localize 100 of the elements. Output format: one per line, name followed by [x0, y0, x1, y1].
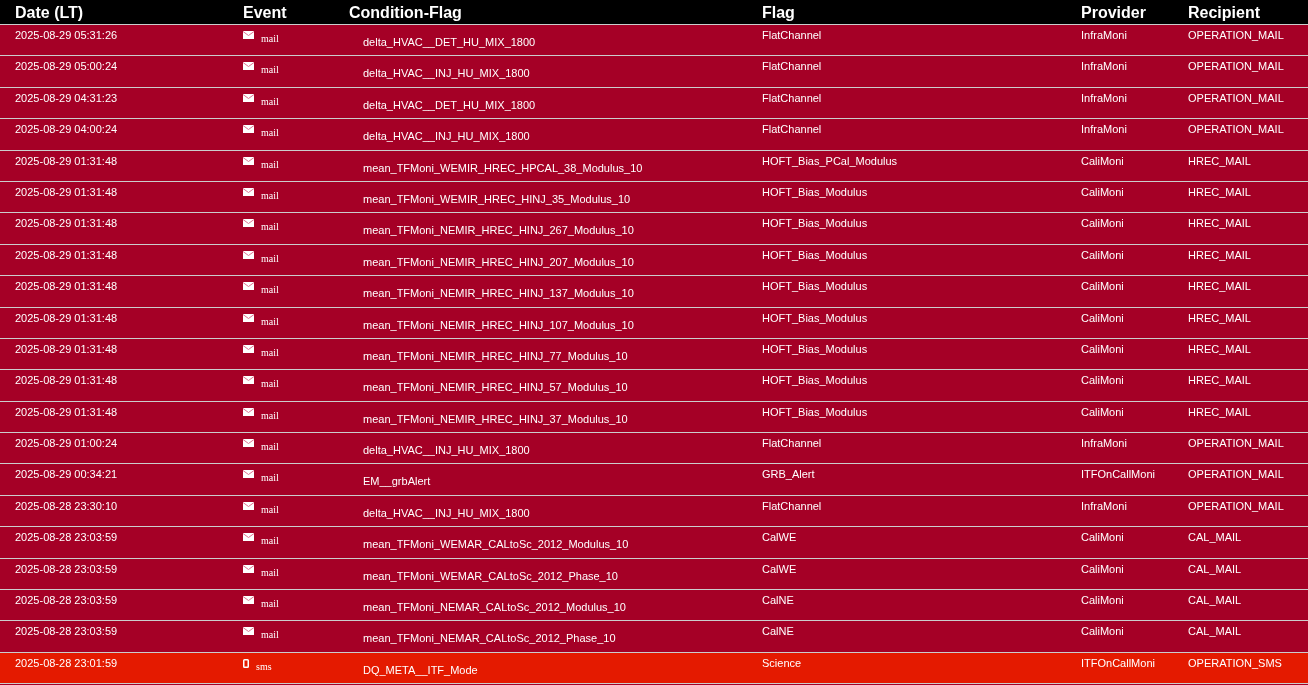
table-cell-text: CaliMoni — [1081, 530, 1125, 546]
event-label: mail — [261, 534, 279, 549]
table-cell-text: OPERATION_MAIL — [1188, 122, 1285, 138]
event-label: mail — [261, 565, 279, 580]
table-cell-text: mean_TFMoni_WEMAR_CALtoSc_2012_Phase_10 — [362, 568, 619, 584]
table-cell-text: 2025-08-29 05:31:26 — [15, 28, 119, 43]
table-cell-text: delta_HVAC__INJ_HU_MIX_1800 — [362, 443, 531, 459]
table-cell-text: ITFOnCallMoni — [1081, 467, 1156, 483]
table-cell-text: HREC_MAIL — [1188, 404, 1252, 420]
table-cell-text: 2025-08-28 23:03:59 — [15, 561, 119, 577]
table-cell-text: HREC_MAIL — [1188, 184, 1252, 200]
table-cell-text: CAL_MAIL — [1188, 561, 1243, 577]
event-label: mail — [261, 126, 279, 141]
table-cell-text: HREC_MAIL — [1188, 247, 1252, 263]
event-label: mail — [261, 597, 279, 612]
table-cell-text: 2025-08-29 01:31:48 — [15, 153, 119, 169]
table-cell-text: CalWE — [762, 530, 798, 546]
table-cell-text: 2025-08-29 01:00:24 — [15, 436, 119, 452]
table-cell-text: InfraMoni — [1081, 436, 1128, 452]
table-cell-text: CaliMoni — [1081, 561, 1125, 577]
table-cell-text: HREC_MAIL — [1188, 341, 1252, 357]
table-cell-text: mean_TFMoni_NEMIR_HREC_HINJ_77_Modulus_10 — [362, 348, 629, 364]
table-cell-text: HOFT_Bias_Modulus — [762, 373, 869, 389]
table-cell-text: OPERATION_MAIL — [1188, 498, 1285, 514]
table-cell-text: mean_TFMoni_NEMAR_CALtoSc_2012_Modulus_10 — [362, 600, 627, 616]
table-cell-text: InfraMoni — [1081, 122, 1128, 138]
event-label: mail — [261, 283, 279, 298]
table-cell-text: delta_HVAC__DET_HU_MIX_1800 — [362, 97, 537, 113]
table-cell-text: CaliMoni — [1081, 341, 1125, 357]
envelope-icon — [243, 407, 254, 416]
envelope-icon — [243, 533, 254, 542]
table-cell-text: mean_TFMoni_NEMIR_HREC_HINJ_57_Modulus_10 — [362, 380, 629, 396]
table-cell-text: CalNE — [762, 624, 795, 640]
table-cell-text: HREC_MAIL — [1188, 216, 1252, 232]
event-label: mail — [261, 220, 279, 235]
table-cell-text: 2025-08-29 01:31:48 — [15, 341, 119, 357]
table-cell-text: HOFT_Bias_Modulus — [762, 247, 869, 263]
table-cell-text: 2025-08-29 05:00:24 — [15, 59, 119, 75]
table-cell-text: DQ_META__ITF_Mode — [362, 662, 479, 678]
table-cell-text: mean_TFMoni_NEMIR_HREC_HINJ_267_Modulus_10 — [362, 223, 635, 239]
table-cell-text: mean_TFMoni_NEMIR_HREC_HINJ_107_Modulus_10 — [362, 317, 635, 333]
table-cell-text: mean_TFMoni_NEMIR_HREC_HINJ_137_Modulus_10 — [362, 286, 635, 302]
table-cell-text: 2025-08-28 23:03:59 — [15, 624, 119, 640]
envelope-icon — [243, 93, 254, 102]
envelope-icon — [243, 156, 254, 165]
event-label: mail — [261, 345, 279, 360]
table-cell-text: HOFT_Bias_Modulus — [762, 216, 869, 232]
event-label: mail — [261, 251, 279, 266]
envelope-icon — [243, 125, 254, 134]
event-label: mail — [261, 377, 279, 392]
event-label: mail — [261, 32, 279, 46]
table-cell-text: 2025-08-29 01:31:48 — [15, 404, 119, 420]
table-cell-text: CalNE — [762, 593, 795, 609]
phone-icon — [243, 658, 249, 668]
table-cell-text: CaliMoni — [1081, 216, 1125, 232]
table-cell-text: 2025-08-28 23:30:10 — [15, 498, 119, 514]
table-cell-text: CAL_MAIL — [1188, 624, 1243, 640]
table-cell-text: Science — [762, 655, 803, 671]
event-label: mail — [261, 471, 279, 486]
table-cell-text: CaliMoni — [1081, 153, 1125, 169]
table-cell-text: CaliMoni — [1081, 593, 1125, 609]
envelope-icon — [243, 564, 254, 573]
table-cell-text: 2025-08-29 01:31:48 — [15, 310, 119, 326]
table-cell-text: CalWE — [762, 561, 798, 577]
event-label: mail — [261, 94, 279, 109]
table-cell-text: GRB_Alert — [762, 467, 816, 483]
column-header: Flag — [762, 4, 796, 24]
table-cell-text: 2025-08-29 04:31:23 — [15, 90, 119, 106]
table-cell-text: HOFT_Bias_Modulus — [762, 341, 869, 357]
table-cell-text: OPERATION_MAIL — [1188, 467, 1285, 483]
table-cell-text: 2025-08-28 23:03:59 — [15, 530, 119, 546]
event-label: mail — [261, 157, 279, 172]
table-cell-text: mean_TFMoni_NEMAR_CALtoSc_2012_Phase_10 — [362, 631, 617, 647]
table-cell-text: 2025-08-28 23:03:59 — [15, 593, 119, 609]
table-cell-text: CaliMoni — [1081, 624, 1125, 640]
table-cell-text: FlatChannel — [762, 436, 823, 452]
table-cell-text: HREC_MAIL — [1188, 310, 1252, 326]
table-cell-text: delta_HVAC__INJ_HU_MIX_1800 — [362, 129, 531, 145]
envelope-icon — [243, 596, 254, 605]
table-cell-text: delta_HVAC__INJ_HU_MIX_1800 — [362, 66, 531, 82]
table-cell-text: HREC_MAIL — [1188, 153, 1252, 169]
table-cell-text: OPERATION_MAIL — [1188, 436, 1285, 452]
table-cell-text: OPERATION_MAIL — [1188, 28, 1285, 43]
table-cell-text: CaliMoni — [1081, 279, 1125, 295]
table-cell-text: InfraMoni — [1081, 59, 1128, 75]
table-cell-text: 2025-08-29 00:34:21 — [15, 467, 119, 483]
table-cell-text: InfraMoni — [1081, 90, 1128, 106]
table-cell-text: HOFT_Bias_Modulus — [762, 310, 869, 326]
envelope-icon — [243, 250, 254, 259]
table-cell-text: HOFT_Bias_PCal_Modulus — [762, 153, 899, 169]
event-label: mail — [261, 314, 279, 329]
table-cell-text: CaliMoni — [1081, 247, 1125, 263]
table-cell-text: 2025-08-29 01:31:48 — [15, 373, 119, 389]
column-header: Provider — [1081, 4, 1147, 24]
table-cell-text: 2025-08-29 01:31:48 — [15, 216, 119, 232]
table-cell-text: CAL_MAIL — [1188, 593, 1243, 609]
column-header: Condition-Flag — [349, 4, 463, 24]
table-cell-text: 2025-08-29 01:31:48 — [15, 279, 119, 295]
table-cell-text: CaliMoni — [1081, 310, 1125, 326]
event-label: mail — [261, 188, 279, 203]
